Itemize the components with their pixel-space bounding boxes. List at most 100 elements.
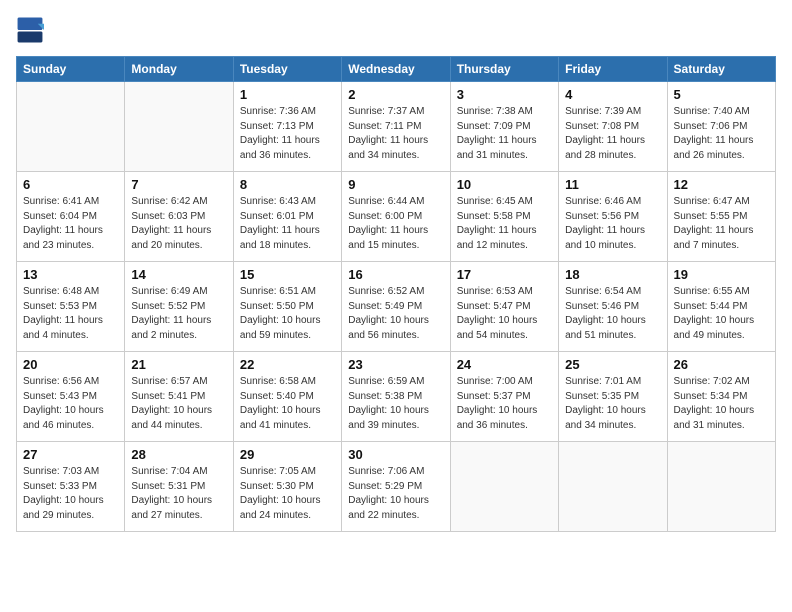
day-number: 23	[348, 357, 443, 372]
day-number: 2	[348, 87, 443, 102]
day-number: 3	[457, 87, 552, 102]
calendar-day: 29Sunrise: 7:05 AM Sunset: 5:30 PM Dayli…	[233, 442, 341, 532]
day-info: Sunrise: 7:00 AM Sunset: 5:37 PM Dayligh…	[457, 375, 552, 433]
calendar-week-2: 6 Sunrise: 6:41 AM Sunset: 6:04 PM Daylig…	[17, 172, 776, 262]
calendar-day: 4 Sunrise: 7:39 AM Sunset: 7:08 PM Daylig…	[559, 82, 667, 172]
calendar-day: 11Sunrise: 6:46 AM Sunset: 5:56 PM Dayli…	[559, 172, 667, 262]
day-number: 24	[457, 357, 552, 372]
weekday-header-friday: Friday	[559, 57, 667, 82]
day-info: Sunrise: 7:04 AM Sunset: 5:31 PM Dayligh…	[131, 465, 226, 523]
day-number: 21	[131, 357, 226, 372]
day-number: 4	[565, 87, 660, 102]
calendar-day: 6 Sunrise: 6:41 AM Sunset: 6:04 PM Daylig…	[17, 172, 125, 262]
day-number: 30	[348, 447, 443, 462]
day-number: 5	[674, 87, 769, 102]
day-number: 14	[131, 267, 226, 282]
calendar-day: 21 Sunrise: 6:57 AM Sunset: 5:41 PM Dayli…	[125, 352, 233, 442]
calendar-day: 2 Sunrise: 7:37 AM Sunset: 7:11 PM Daylig…	[342, 82, 450, 172]
logo-icon	[16, 16, 44, 44]
day-info: Sunrise: 7:05 AM Sunset: 5:30 PM Dayligh…	[240, 465, 335, 523]
day-number: 16	[348, 267, 443, 282]
day-info: Sunrise: 6:47 AM Sunset: 5:55 PM Dayligh…	[674, 195, 769, 253]
calendar-day: 3Sunrise: 7:38 AM Sunset: 7:09 PM Daylig…	[450, 82, 558, 172]
calendar-day: 19 Sunrise: 6:55 AM Sunset: 5:44 PM Dayli…	[667, 262, 775, 352]
day-number: 6	[23, 177, 118, 192]
weekday-header-monday: Monday	[125, 57, 233, 82]
day-info: Sunrise: 7:06 AM Sunset: 5:29 PM Dayligh…	[348, 465, 443, 523]
day-number: 10	[457, 177, 552, 192]
calendar-day	[559, 442, 667, 532]
calendar-day: 30 Sunrise: 7:06 AM Sunset: 5:29 PM Dayli…	[342, 442, 450, 532]
day-number: 9	[348, 177, 443, 192]
logo	[16, 16, 48, 44]
day-info: Sunrise: 6:54 AM Sunset: 5:46 PM Dayligh…	[565, 285, 660, 343]
weekday-header-wednesday: Wednesday	[342, 57, 450, 82]
calendar-day: 9 Sunrise: 6:44 AM Sunset: 6:00 PM Daylig…	[342, 172, 450, 262]
calendar-day: 25 Sunrise: 7:01 AM Sunset: 5:35 PM Dayli…	[559, 352, 667, 442]
day-info: Sunrise: 7:36 AM Sunset: 7:13 PM Dayligh…	[240, 105, 335, 163]
day-number: 20	[23, 357, 118, 372]
calendar-day	[17, 82, 125, 172]
day-number: 8	[240, 177, 335, 192]
day-info: Sunrise: 6:57 AM Sunset: 5:41 PM Dayligh…	[131, 375, 226, 433]
day-info: Sunrise: 6:51 AM Sunset: 5:50 PM Dayligh…	[240, 285, 335, 343]
calendar-week-3: 13Sunrise: 6:48 AM Sunset: 5:53 PM Dayli…	[17, 262, 776, 352]
day-number: 7	[131, 177, 226, 192]
calendar-day: 27 Sunrise: 7:03 AM Sunset: 5:33 PM Dayli…	[17, 442, 125, 532]
day-number: 18	[565, 267, 660, 282]
weekday-header-tuesday: Tuesday	[233, 57, 341, 82]
day-info: Sunrise: 6:48 AM Sunset: 5:53 PM Dayligh…	[23, 285, 118, 343]
day-info: Sunrise: 7:37 AM Sunset: 7:11 PM Dayligh…	[348, 105, 443, 163]
calendar-day: 16 Sunrise: 6:52 AM Sunset: 5:49 PM Dayli…	[342, 262, 450, 352]
calendar-day: 7Sunrise: 6:42 AM Sunset: 6:03 PM Daylig…	[125, 172, 233, 262]
day-number: 19	[674, 267, 769, 282]
calendar-day: 18 Sunrise: 6:54 AM Sunset: 5:46 PM Dayli…	[559, 262, 667, 352]
day-number: 27	[23, 447, 118, 462]
weekday-row: SundayMondayTuesdayWednesdayThursdayFrid…	[17, 57, 776, 82]
day-info: Sunrise: 7:03 AM Sunset: 5:33 PM Dayligh…	[23, 465, 118, 523]
day-info: Sunrise: 6:52 AM Sunset: 5:49 PM Dayligh…	[348, 285, 443, 343]
day-info: Sunrise: 6:56 AM Sunset: 5:43 PM Dayligh…	[23, 375, 118, 433]
day-info: Sunrise: 6:45 AM Sunset: 5:58 PM Dayligh…	[457, 195, 552, 253]
day-info: Sunrise: 7:39 AM Sunset: 7:08 PM Dayligh…	[565, 105, 660, 163]
calendar-day: 28 Sunrise: 7:04 AM Sunset: 5:31 PM Dayli…	[125, 442, 233, 532]
day-info: Sunrise: 6:58 AM Sunset: 5:40 PM Dayligh…	[240, 375, 335, 433]
page-header	[16, 16, 776, 44]
weekday-header-sunday: Sunday	[17, 57, 125, 82]
day-number: 26	[674, 357, 769, 372]
day-number: 28	[131, 447, 226, 462]
calendar-day: 22Sunrise: 6:58 AM Sunset: 5:40 PM Dayli…	[233, 352, 341, 442]
calendar-day: 5Sunrise: 7:40 AM Sunset: 7:06 PM Daylig…	[667, 82, 775, 172]
weekday-header-thursday: Thursday	[450, 57, 558, 82]
calendar-week-1: 1Sunrise: 7:36 AM Sunset: 7:13 PM Daylig…	[17, 82, 776, 172]
calendar-day: 15 Sunrise: 6:51 AM Sunset: 5:50 PM Dayli…	[233, 262, 341, 352]
day-info: Sunrise: 6:41 AM Sunset: 6:04 PM Dayligh…	[23, 195, 118, 253]
calendar-day	[667, 442, 775, 532]
calendar-day	[125, 82, 233, 172]
day-info: Sunrise: 6:49 AM Sunset: 5:52 PM Dayligh…	[131, 285, 226, 343]
day-number: 15	[240, 267, 335, 282]
calendar-day: 14 Sunrise: 6:49 AM Sunset: 5:52 PM Dayli…	[125, 262, 233, 352]
weekday-header-saturday: Saturday	[667, 57, 775, 82]
calendar-day: 20 Sunrise: 6:56 AM Sunset: 5:43 PM Dayli…	[17, 352, 125, 442]
day-info: Sunrise: 6:55 AM Sunset: 5:44 PM Dayligh…	[674, 285, 769, 343]
calendar-week-4: 20 Sunrise: 6:56 AM Sunset: 5:43 PM Dayli…	[17, 352, 776, 442]
calendar-day: 17Sunrise: 6:53 AM Sunset: 5:47 PM Dayli…	[450, 262, 558, 352]
calendar-week-5: 27 Sunrise: 7:03 AM Sunset: 5:33 PM Dayli…	[17, 442, 776, 532]
day-info: Sunrise: 6:53 AM Sunset: 5:47 PM Dayligh…	[457, 285, 552, 343]
day-info: Sunrise: 6:59 AM Sunset: 5:38 PM Dayligh…	[348, 375, 443, 433]
calendar-day: 8 Sunrise: 6:43 AM Sunset: 6:01 PM Daylig…	[233, 172, 341, 262]
day-number: 25	[565, 357, 660, 372]
calendar-day: 23 Sunrise: 6:59 AM Sunset: 5:38 PM Dayli…	[342, 352, 450, 442]
day-info: Sunrise: 7:01 AM Sunset: 5:35 PM Dayligh…	[565, 375, 660, 433]
day-number: 12	[674, 177, 769, 192]
calendar-day: 24 Sunrise: 7:00 AM Sunset: 5:37 PM Dayli…	[450, 352, 558, 442]
calendar-table: SundayMondayTuesdayWednesdayThursdayFrid…	[16, 56, 776, 532]
day-info: Sunrise: 7:02 AM Sunset: 5:34 PM Dayligh…	[674, 375, 769, 433]
calendar-day	[450, 442, 558, 532]
day-info: Sunrise: 6:44 AM Sunset: 6:00 PM Dayligh…	[348, 195, 443, 253]
day-info: Sunrise: 6:46 AM Sunset: 5:56 PM Dayligh…	[565, 195, 660, 253]
calendar-header: SundayMondayTuesdayWednesdayThursdayFrid…	[17, 57, 776, 82]
day-info: Sunrise: 6:43 AM Sunset: 6:01 PM Dayligh…	[240, 195, 335, 253]
calendar-day: 26 Sunrise: 7:02 AM Sunset: 5:34 PM Dayli…	[667, 352, 775, 442]
